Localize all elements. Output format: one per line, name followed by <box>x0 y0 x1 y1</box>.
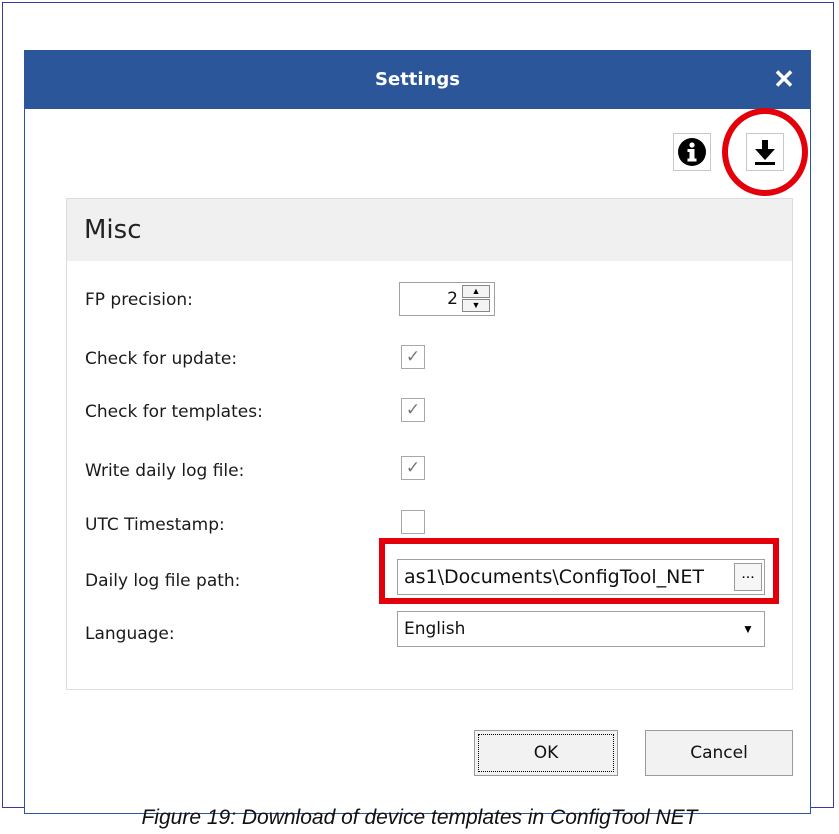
figure-caption: Figure 19: Download of device templates … <box>141 806 698 829</box>
cancel-label: Cancel <box>690 743 748 763</box>
info-button[interactable] <box>673 133 711 171</box>
close-icon[interactable]: ✕ <box>768 63 800 95</box>
write-log-checkbox[interactable]: ✓ <box>401 456 425 480</box>
language-select[interactable]: English ▼ <box>397 611 765 647</box>
check-templates-label: Check for templates: <box>85 402 263 422</box>
language-label: Language: <box>85 624 175 644</box>
check-update-checkbox[interactable]: ✓ <box>401 345 425 369</box>
dialog-title: Settings <box>375 69 460 90</box>
fp-precision-label: FP precision: <box>85 290 193 310</box>
panel-header: Misc <box>67 199 792 261</box>
annotation-circle <box>722 108 808 196</box>
annotation-rectangle <box>379 538 779 604</box>
dialog-titlebar: Settings ✕ <box>25 51 810 109</box>
check-update-label: Check for update: <box>85 349 238 369</box>
focus-outline <box>478 734 614 772</box>
fp-precision-stepper[interactable]: 2 ▲ ▼ <box>399 282 495 316</box>
stepper-down-icon[interactable]: ▼ <box>462 299 490 312</box>
ok-button[interactable]: OK <box>474 730 618 776</box>
language-value: English <box>404 619 466 639</box>
check-templates-checkbox[interactable]: ✓ <box>401 398 425 422</box>
chevron-down-icon[interactable]: ▼ <box>734 614 762 644</box>
misc-panel: Misc FP precision: 2 ▲ ▼ Check for updat… <box>66 198 793 690</box>
cancel-button[interactable]: Cancel <box>645 730 793 776</box>
panel-title: Misc <box>84 215 142 245</box>
stepper-buttons: ▲ ▼ <box>462 285 492 313</box>
fp-precision-value: 2 <box>447 289 458 309</box>
utc-timestamp-checkbox[interactable] <box>401 510 425 534</box>
log-path-label: Daily log file path: <box>85 571 241 591</box>
utc-timestamp-label: UTC Timestamp: <box>85 515 225 535</box>
stepper-up-icon[interactable]: ▲ <box>462 285 490 298</box>
info-icon <box>678 138 706 166</box>
write-log-label: Write daily log file: <box>85 461 245 481</box>
